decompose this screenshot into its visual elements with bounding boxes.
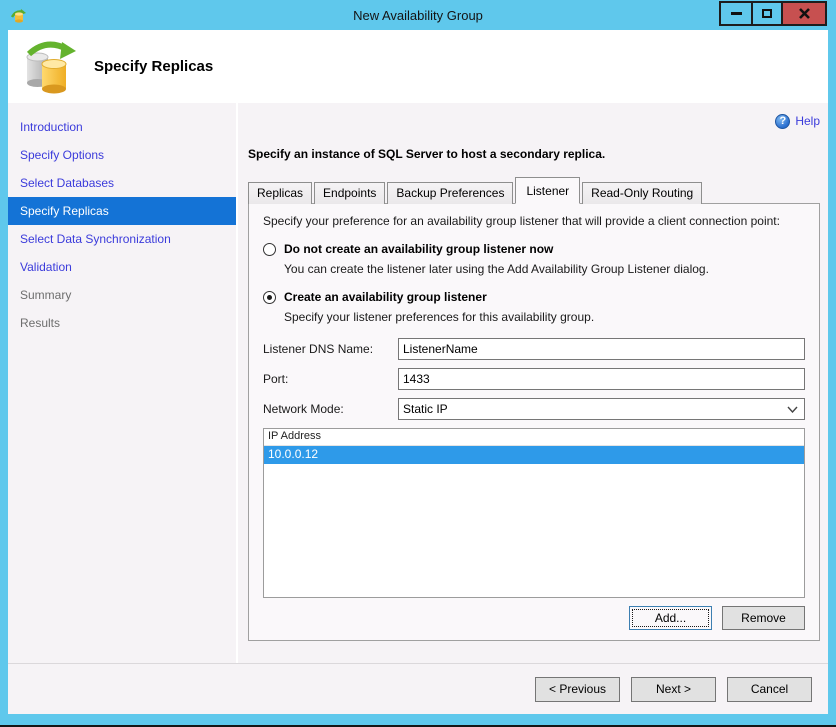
dns-name-row: Listener DNS Name: — [263, 338, 805, 360]
chevron-down-icon — [787, 406, 798, 413]
radio-create-label: Create an availability group listener — [284, 290, 487, 304]
close-icon — [798, 8, 810, 19]
listener-fields: Listener DNS Name: Port: Network Mode: S… — [263, 338, 805, 420]
wizard-footer: < Previous Next > Cancel — [8, 663, 828, 714]
sidebar-item-specify-options[interactable]: Specify Options — [8, 141, 236, 169]
network-mode-select[interactable]: Static IP — [398, 398, 805, 420]
window-controls — [719, 1, 827, 26]
radio-create-listener[interactable]: Create an availability group listener — [263, 290, 805, 304]
tab-read-only-routing[interactable]: Read-Only Routing — [582, 182, 703, 204]
network-mode-row: Network Mode: Static IP — [263, 398, 805, 420]
tab-replicas[interactable]: Replicas — [248, 182, 313, 204]
main-content: ? Help Specify an instance of SQL Server… — [238, 103, 828, 663]
ip-address-row[interactable]: 10.0.0.12 — [264, 446, 804, 464]
sidebar-item-results: Results — [20, 316, 61, 330]
wizard-header: Specify Replicas — [8, 30, 828, 103]
remove-button[interactable]: Remove — [722, 606, 805, 630]
help-icon: ? — [775, 113, 791, 129]
instruction-text: Specify an instance of SQL Server to hos… — [248, 147, 606, 161]
minimize-button[interactable] — [721, 3, 751, 24]
port-row: Port: — [263, 368, 805, 390]
sidebar-item-specify-replicas[interactable]: Specify Replicas — [8, 197, 236, 225]
listener-tab-panel: Specify your preference for an availabil… — [248, 203, 820, 641]
sidebar-item-validation[interactable]: Validation — [8, 253, 236, 281]
help-label: Help — [795, 114, 820, 128]
tab-strip: Replicas Endpoints Backup Preferences Li… — [248, 177, 820, 204]
sidebar-item-introduction[interactable]: Introduction — [8, 113, 236, 141]
ip-address-column-header: IP Address — [264, 429, 804, 446]
window-title: New Availability Group — [353, 7, 483, 23]
sidebar-item-summary: Summary — [20, 288, 72, 302]
ip-list-buttons: Add... Remove — [263, 606, 805, 630]
radio-checked-icon — [263, 290, 276, 304]
app-database-icon — [10, 7, 26, 23]
radio-do-not-create-description: You can create the listener later using … — [284, 262, 709, 276]
ip-address-list[interactable]: IP Address 10.0.0.12 — [263, 428, 805, 598]
listener-dns-name-input[interactable] — [398, 338, 805, 360]
page-title: Specify Replicas — [94, 58, 214, 75]
help-link[interactable]: ? Help — [248, 111, 820, 131]
previous-button[interactable]: < Previous — [535, 676, 620, 702]
maximize-icon — [762, 9, 772, 18]
maximize-button[interactable] — [751, 3, 781, 24]
titlebar[interactable]: New Availability Group — [8, 0, 828, 30]
minimize-icon — [730, 12, 742, 15]
radio-create-description: Specify your listener preferences for th… — [284, 310, 595, 324]
tab-listener[interactable]: Listener — [515, 177, 581, 204]
port-label: Port: — [263, 372, 289, 386]
close-button[interactable] — [781, 3, 825, 24]
tab-backup-preferences[interactable]: Backup Preferences — [387, 182, 514, 204]
wizard-body: Introduction Specify Options Select Data… — [8, 103, 828, 663]
next-button[interactable]: Next > — [631, 676, 716, 702]
port-input[interactable] — [398, 368, 805, 390]
listener-intro-text: Specify your preference for an availabil… — [263, 214, 780, 228]
network-mode-label: Network Mode: — [263, 402, 344, 416]
network-mode-value: Static IP — [403, 402, 448, 416]
add-button[interactable]: Add... — [629, 606, 712, 630]
replicas-database-icon — [24, 40, 76, 94]
sidebar-item-select-databases[interactable]: Select Databases — [8, 169, 236, 197]
radio-do-not-create-listener[interactable]: Do not create an availability group list… — [263, 242, 805, 256]
radio-do-not-create-label: Do not create an availability group list… — [284, 242, 554, 256]
sidebar-item-select-data-synchronization[interactable]: Select Data Synchronization — [8, 225, 236, 253]
dns-name-label: Listener DNS Name: — [263, 342, 374, 356]
tab-endpoints[interactable]: Endpoints — [314, 182, 386, 204]
wizard-steps-sidebar: Introduction Specify Options Select Data… — [8, 103, 238, 663]
dialog-window: New Availability Group Specify Replicas … — [0, 0, 836, 727]
radio-unchecked-icon — [263, 242, 276, 256]
cancel-button[interactable]: Cancel — [727, 676, 812, 702]
